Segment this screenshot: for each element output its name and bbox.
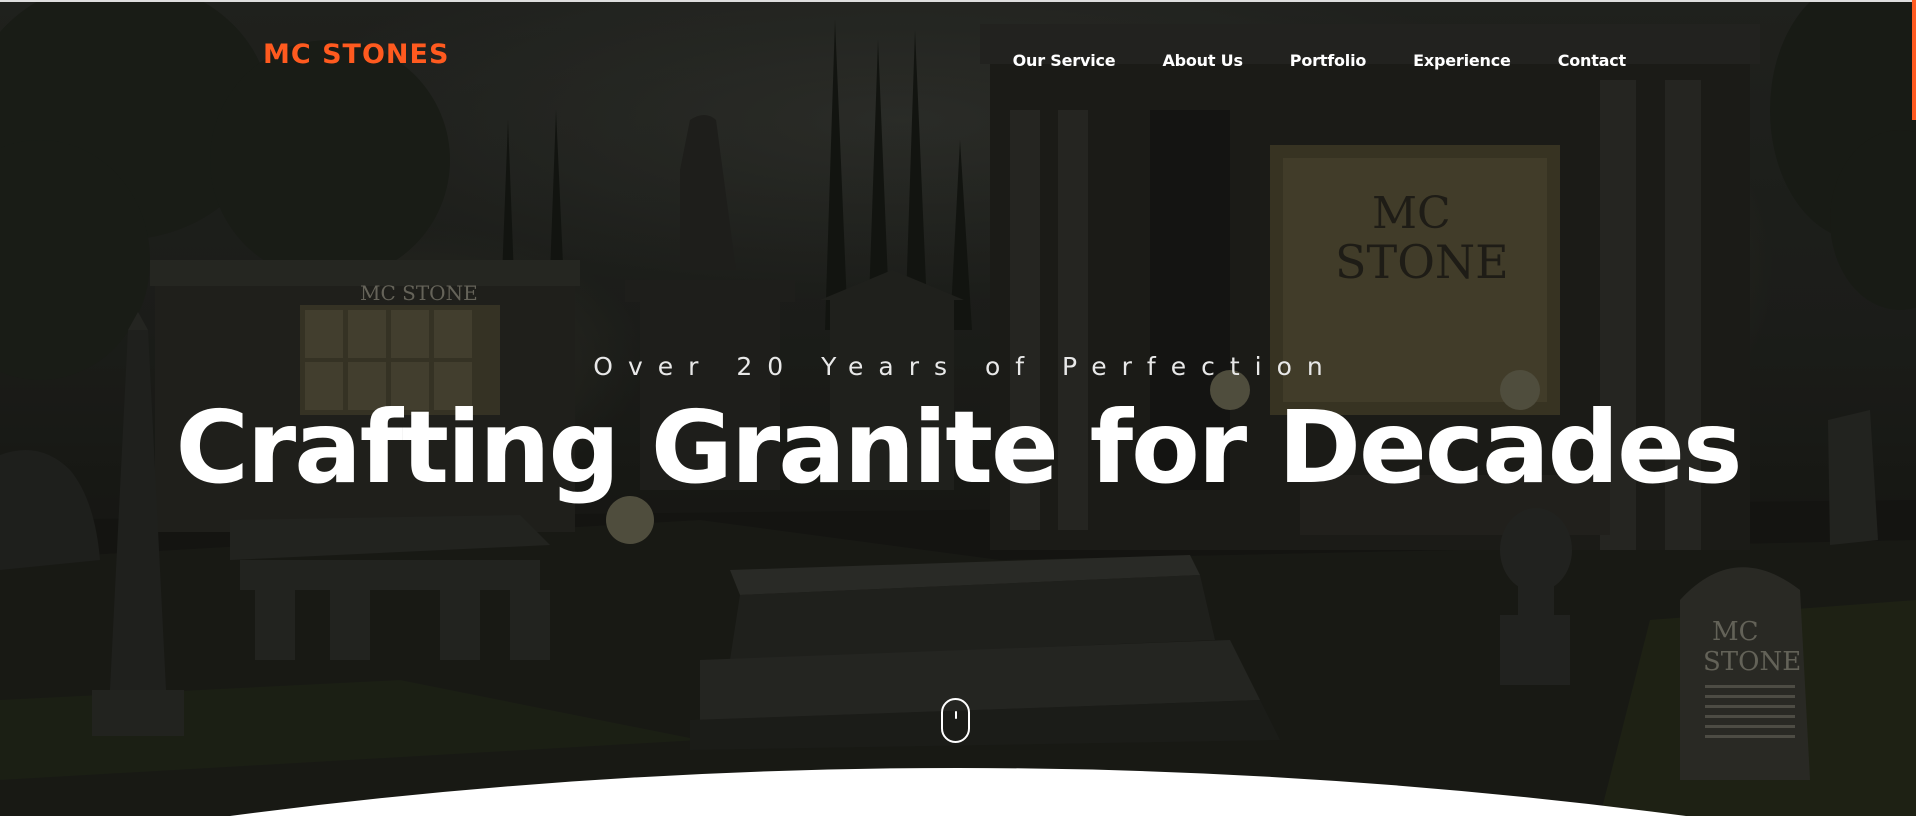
hero-kicker: Over 20 Years of Perfection bbox=[593, 352, 1338, 381]
mouse-scroll-icon[interactable] bbox=[941, 698, 970, 743]
nav-portfolio[interactable]: Portfolio bbox=[1290, 50, 1367, 72]
nav-about-us[interactable]: About Us bbox=[1162, 50, 1243, 72]
scroll-indicator-accent bbox=[1912, 0, 1916, 120]
hero-bottom-curve bbox=[230, 768, 1686, 816]
main-navigation: Our Service About Us Portfolio Experienc… bbox=[966, 50, 1627, 72]
hero-headline: Crafting Granite for Decades bbox=[175, 389, 1743, 506]
nav-our-service[interactable]: Our Service bbox=[1013, 50, 1116, 72]
top-border bbox=[0, 0, 1916, 2]
mouse-wheel-icon bbox=[955, 711, 957, 719]
nav-experience[interactable]: Experience bbox=[1413, 50, 1511, 72]
brand-logo[interactable]: MC STONES bbox=[263, 38, 449, 72]
nav-contact[interactable]: Contact bbox=[1558, 50, 1627, 72]
hero-section: MC STONE MC STONE MC STONE MC STONES Our… bbox=[0, 0, 1916, 816]
